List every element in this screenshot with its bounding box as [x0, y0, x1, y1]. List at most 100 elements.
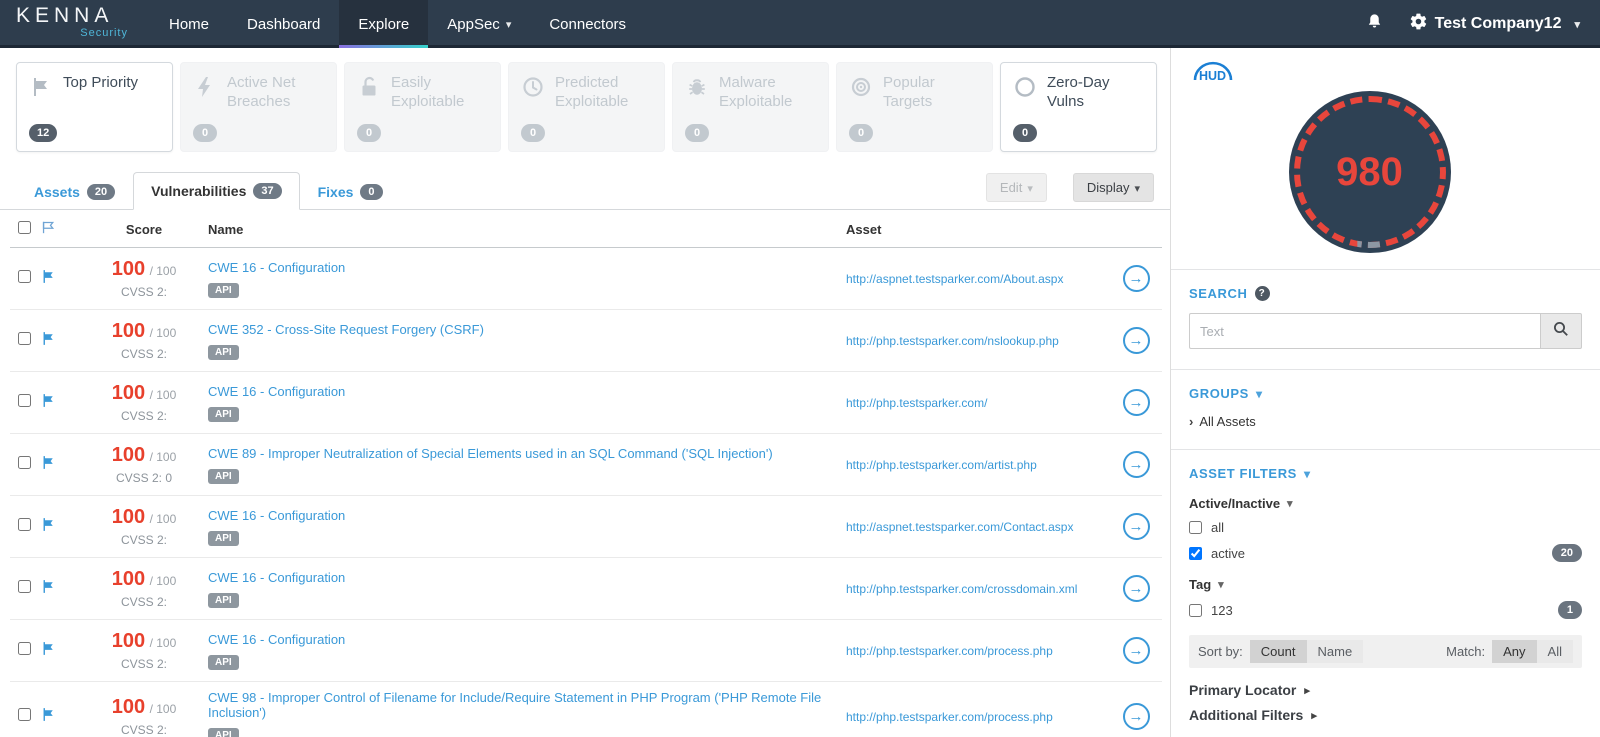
flag-icon[interactable] [40, 640, 80, 662]
card-active-net-breaches[interactable]: Active Net Breaches 0 [180, 62, 337, 152]
open-detail-button[interactable]: → [1122, 575, 1150, 602]
match-all-button[interactable]: All [1536, 640, 1573, 663]
row-checkbox[interactable] [18, 579, 31, 593]
additional-filters-expander[interactable]: Additional Filters ▸ [1189, 707, 1582, 723]
group-item-all-assets[interactable]: › All Assets [1189, 414, 1582, 429]
flag-icon[interactable] [40, 578, 80, 600]
flag-icon[interactable] [40, 268, 80, 290]
kenna-logo[interactable]: KENNA Security [0, 0, 150, 48]
search-button[interactable] [1540, 313, 1582, 349]
row-checkbox[interactable] [18, 707, 31, 721]
column-header-score[interactable]: Score [80, 222, 208, 237]
vulnerability-link[interactable]: CWE 98 - Improper Control of Filename fo… [208, 690, 836, 720]
caret-down-icon: ▾ [1134, 183, 1140, 195]
vulnerability-link[interactable]: CWE 16 - Configuration [208, 632, 345, 647]
search-input[interactable] [1189, 313, 1540, 349]
card-top-priority[interactable]: Top Priority 12 [16, 62, 173, 152]
flag-column-icon[interactable] [40, 219, 80, 239]
nav-item-dashboard[interactable]: Dashboard [228, 0, 339, 48]
flag-icon[interactable] [40, 392, 80, 414]
card-predicted-exploitable[interactable]: Predicted Exploitable 0 [508, 62, 665, 152]
row-checkbox[interactable] [18, 269, 31, 283]
asset-filters-section: ASSET FILTERS ▾ Active/Inactive ▾ all ac… [1171, 449, 1600, 737]
nav-item-explore[interactable]: Explore [339, 0, 429, 48]
nav-item-home[interactable]: Home [150, 0, 228, 48]
card-zero-day-vulns[interactable]: Zero-Day Vulns 0 [1000, 62, 1157, 152]
tab-assets[interactable]: Assets 20 [16, 173, 133, 210]
api-badge: API [208, 531, 239, 546]
open-detail-button[interactable]: → [1122, 703, 1150, 730]
asset-link[interactable]: http://php.testsparker.com/process.php [846, 644, 1053, 658]
filter-checkbox-123[interactable] [1189, 603, 1202, 617]
vulnerability-link[interactable]: CWE 89 - Improper Neutralization of Spec… [208, 446, 773, 461]
open-detail-button[interactable]: → [1122, 389, 1150, 416]
score-cell: 100 / 100 CVSS 2: [80, 630, 208, 671]
filter-active-inactive-header[interactable]: Active/Inactive ▾ [1189, 496, 1582, 511]
table-row: 100 / 100 CVSS 2: 0 CWE 89 - Improper Ne… [10, 434, 1162, 496]
card-easily-exploitable[interactable]: Easily Exploitable 0 [344, 62, 501, 152]
open-detail-button[interactable]: → [1122, 513, 1150, 540]
nav-item-connectors[interactable]: Connectors [530, 0, 645, 48]
flag-icon[interactable] [40, 330, 80, 352]
asset-link[interactable]: http://php.testsparker.com/process.php [846, 710, 1053, 724]
count-badge: 0 [193, 124, 217, 142]
card-popular-targets[interactable]: Popular Targets 0 [836, 62, 993, 152]
score-cell: 100 / 100 CVSS 2: [80, 382, 208, 423]
asset-link[interactable]: http://aspnet.testsparker.com/Contact.as… [846, 520, 1073, 534]
filter-checkbox-active[interactable] [1189, 546, 1202, 560]
vulnerability-link[interactable]: CWE 352 - Cross-Site Request Forgery (CS… [208, 322, 484, 337]
match-any-button[interactable]: Any [1492, 640, 1537, 663]
select-all-checkbox[interactable] [18, 221, 31, 234]
table-row: 100 / 100 CVSS 2: CWE 16 - Configuration… [10, 496, 1162, 558]
asset-link[interactable]: http://php.testsparker.com/nslookup.php [846, 334, 1059, 348]
row-checkbox[interactable] [18, 331, 31, 345]
risk-meter-gauge[interactable]: 980 [1288, 91, 1451, 253]
row-checkbox[interactable] [18, 641, 31, 655]
notifications-bell-button[interactable] [1366, 12, 1383, 36]
row-checkbox[interactable] [18, 455, 31, 469]
open-detail-button[interactable]: → [1122, 451, 1150, 478]
row-checkbox[interactable] [18, 393, 31, 407]
account-menu[interactable]: Test Company12 ▾ [1409, 12, 1580, 36]
score-cell: 100 / 100 CVSS 2: [80, 506, 208, 547]
nav-item-appsec[interactable]: AppSec ▾ [428, 0, 530, 48]
vulnerability-link[interactable]: CWE 16 - Configuration [208, 508, 345, 523]
kenna-logo-subtext: Security [80, 27, 128, 39]
help-icon[interactable]: ? [1254, 286, 1270, 301]
asset-link[interactable]: http://php.testsparker.com/crossdomain.x… [846, 582, 1077, 596]
flag-icon[interactable] [40, 516, 80, 538]
count-badge: 0 [685, 124, 709, 142]
vulnerability-link[interactable]: CWE 16 - Configuration [208, 260, 345, 275]
filter-checkbox-all[interactable] [1189, 521, 1202, 534]
asset-link[interactable]: http://php.testsparker.com/artist.php [846, 458, 1037, 472]
display-dropdown-button[interactable]: Display ▾ [1072, 173, 1154, 202]
tab-vulnerabilities[interactable]: Vulnerabilities 37 [133, 172, 300, 210]
open-detail-button[interactable]: → [1122, 265, 1150, 292]
sort-name-button[interactable]: Name [1306, 640, 1364, 663]
risk-score: 100 [111, 568, 146, 590]
sort-count-button[interactable]: Count [1249, 640, 1307, 663]
navbar-right: Test Company12 ▾ [1366, 0, 1600, 48]
edit-dropdown-button[interactable]: Edit ▾ [985, 173, 1047, 202]
filter-option-123: 123 1 [1189, 601, 1582, 619]
caret-down-icon: ▾ [1255, 386, 1263, 401]
asset-link[interactable]: http://php.testsparker.com/ [846, 396, 987, 410]
flag-icon[interactable] [40, 454, 80, 476]
open-detail-button[interactable]: → [1122, 637, 1150, 664]
open-detail-button[interactable]: → [1122, 327, 1150, 354]
asset-link[interactable]: http://aspnet.testsparker.com/About.aspx [846, 272, 1063, 286]
filter-tag-header[interactable]: Tag ▾ [1189, 577, 1582, 592]
column-header-asset[interactable]: Asset [846, 222, 1110, 237]
flag-icon[interactable] [40, 706, 80, 728]
hud-logo[interactable]: HUD [1187, 56, 1584, 89]
asset-filters-title[interactable]: ASSET FILTERS ▾ [1189, 466, 1582, 481]
column-header-name[interactable]: Name [208, 222, 846, 237]
primary-locator-expander[interactable]: Primary Locator ▸ [1189, 682, 1582, 698]
card-malware-exploitable[interactable]: Malware Exploitable 0 [672, 62, 829, 152]
chevron-right-icon: › [1189, 414, 1194, 429]
groups-section-title[interactable]: GROUPS ▾ [1189, 386, 1582, 401]
vulnerability-link[interactable]: CWE 16 - Configuration [208, 384, 345, 399]
tab-fixes[interactable]: Fixes 0 [300, 173, 401, 210]
row-checkbox[interactable] [18, 517, 31, 531]
vulnerability-link[interactable]: CWE 16 - Configuration [208, 570, 345, 585]
